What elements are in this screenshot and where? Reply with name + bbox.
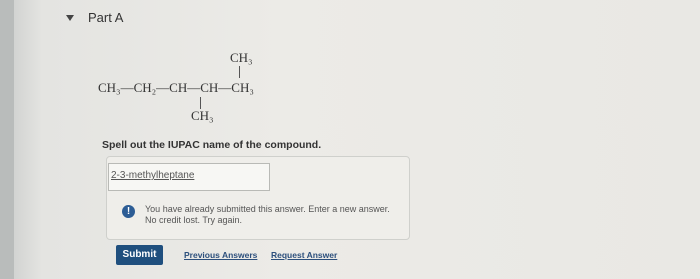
info-icon: ! — [122, 205, 135, 218]
feedback-message: You have already submitted this answer. … — [145, 204, 405, 226]
left-margin-strip — [0, 0, 14, 279]
top-bond — [239, 66, 240, 78]
previous-answers-link[interactable]: Previous Answers — [184, 250, 257, 260]
part-title: Part A — [88, 10, 124, 25]
feedback-line-1: You have already submitted this answer. … — [145, 204, 390, 214]
collapse-caret-icon[interactable] — [66, 15, 74, 21]
question-prompt: Spell out the IUPAC name of the compound… — [102, 139, 322, 151]
submit-button[interactable]: Submit — [116, 245, 163, 265]
feedback-line-2: No credit lost. Try again. — [145, 215, 243, 225]
top-substituent: CH₃ — [230, 50, 253, 65]
chemical-structure: CH₃ CH₃—CH₂—CH—CH—CH₃ CH₃ — [98, 46, 428, 126]
request-answer-link[interactable]: Request Answer — [271, 250, 337, 260]
bottom-substituent: CH₃ — [191, 108, 214, 123]
answer-value: 2-3-methylheptane — [111, 170, 195, 181]
main-chain: CH₃—CH₂—CH—CH—CH₃ — [98, 80, 254, 95]
